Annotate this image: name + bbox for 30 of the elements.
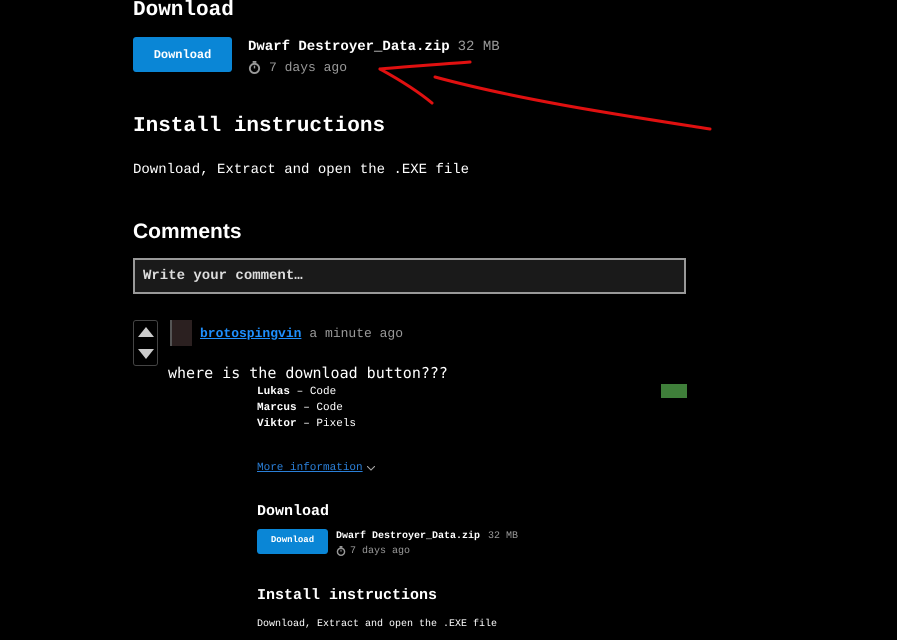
install-text: Download, Extract and open the .EXE file <box>257 618 498 632</box>
image-thumbnail <box>661 384 687 398</box>
chevron-down-icon[interactable] <box>366 466 375 471</box>
credit-line: Marcus – Code <box>257 401 344 416</box>
stopwatch-icon <box>248 61 261 74</box>
section-heading: Install instructions <box>133 116 386 136</box>
avatar-image <box>170 320 192 346</box>
download-button[interactable]: Download <box>133 37 232 72</box>
file-name: Dwarf Destroyer_Data.zip <box>248 38 450 57</box>
upload-time: 7 days ago <box>269 59 348 77</box>
upvote-icon[interactable] <box>138 326 154 336</box>
file-size: 32 MB <box>488 530 518 544</box>
section-heading: Install instructions <box>257 586 438 604</box>
file-size: 32 MB <box>458 38 500 57</box>
section-heading: Comments <box>133 220 243 242</box>
section-heading: Download <box>257 502 330 520</box>
downvote-icon[interactable] <box>138 348 154 358</box>
upload-time: 7 days ago <box>350 544 410 558</box>
comment-text: where is the download button??? <box>168 362 449 384</box>
username-link[interactable]: brotospingvin <box>200 324 302 366</box>
credit-line: Lukas – Code <box>257 385 338 400</box>
comment-time: a minute ago <box>309 324 404 342</box>
comment-input[interactable]: Write your comment… <box>133 258 686 294</box>
section-heading: Download <box>133 0 235 21</box>
download-button[interactable]: Download <box>257 528 328 554</box>
install-text: Download, Extract and open the .EXE file <box>133 160 470 180</box>
credit-line: Viktor – Pixels <box>257 417 356 432</box>
file-name: Dwarf Destroyer_Data.zip <box>336 530 480 544</box>
stopwatch-icon <box>336 546 346 556</box>
more-information-link[interactable]: More information <box>257 460 363 476</box>
